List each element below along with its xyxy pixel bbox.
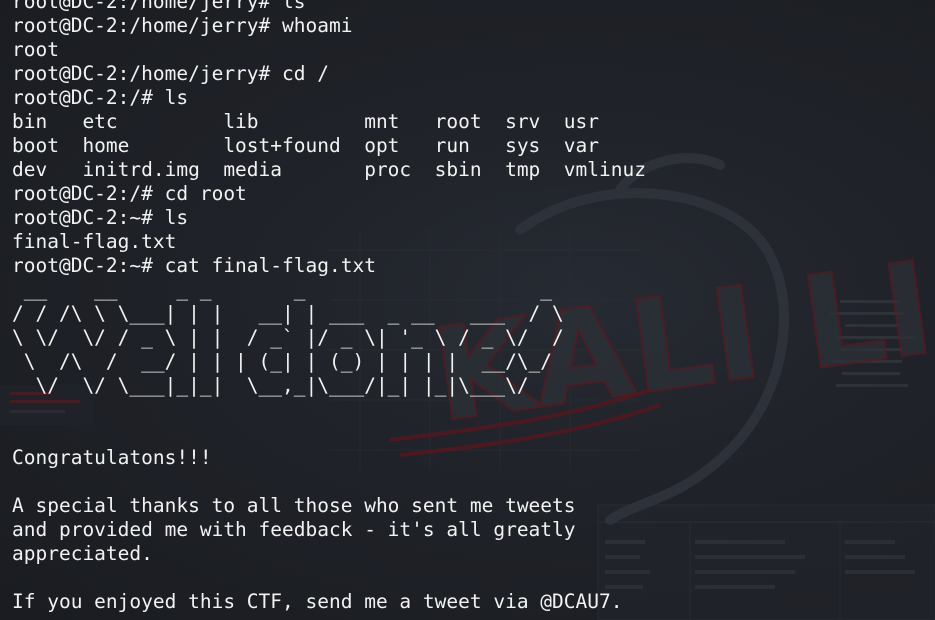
terminal-line: root@DC-2:/home/jerry# whoami <box>12 14 353 37</box>
terminal-line: root <box>12 38 59 61</box>
terminal-line: root@DC-2:/home/jerry# cd / <box>12 62 329 85</box>
terminal-line: and provided me with feedback - it's all… <box>12 518 576 541</box>
terminal-line: boot home lost+found opt run sys var <box>12 134 599 157</box>
terminal-line: final-flag.txt <box>12 230 177 253</box>
terminal-window[interactable]: KALI LINUX root@DC-2:/home/jerry# ls root… <box>0 0 935 620</box>
terminal-line: dev initrd.img media proc sbin tmp vmlin… <box>12 158 646 181</box>
terminal-line: \/ \/ \___|_|_| \__,_|\___/|_| |_|\___\/ <box>12 374 564 397</box>
terminal-line: root@DC-2:~# ls <box>12 206 189 229</box>
terminal-line: / / /\ \ \___| | | __| | ___ _ __ ___ / … <box>12 302 564 325</box>
terminal-line: root@DC-2:/# cd root <box>12 182 247 205</box>
terminal-output: root@DC-2:/home/jerry# ls root@DC-2:/home… <box>12 0 646 614</box>
terminal-line: appreciated. <box>12 542 153 565</box>
terminal-line: If you enjoyed this CTF, send me a tweet… <box>12 590 623 613</box>
terminal-line: \ /\ / __/ | | | (_| | (_) | | | | __/\_… <box>12 350 564 373</box>
terminal-line: \ \/ \/ / _ \ | | / _` |/ _ \| '_ \ / _ … <box>12 326 564 349</box>
terminal-line: root@DC-2:~# cat final-flag.txt <box>12 254 376 277</box>
terminal-line: root@DC-2:/# ls <box>12 86 189 109</box>
wallpaper-panel-bottom-right <box>597 504 935 620</box>
terminal-line: root@DC-2:/home/jerry# ls <box>12 0 306 13</box>
terminal-line: A special thanks to all those who sent m… <box>12 494 576 517</box>
terminal-line: bin etc lib mnt root srv usr <box>12 110 599 133</box>
terminal-line: __ __ _ _ _ _ <box>12 278 564 301</box>
terminal-line: Congratulatons!!! <box>12 446 212 469</box>
